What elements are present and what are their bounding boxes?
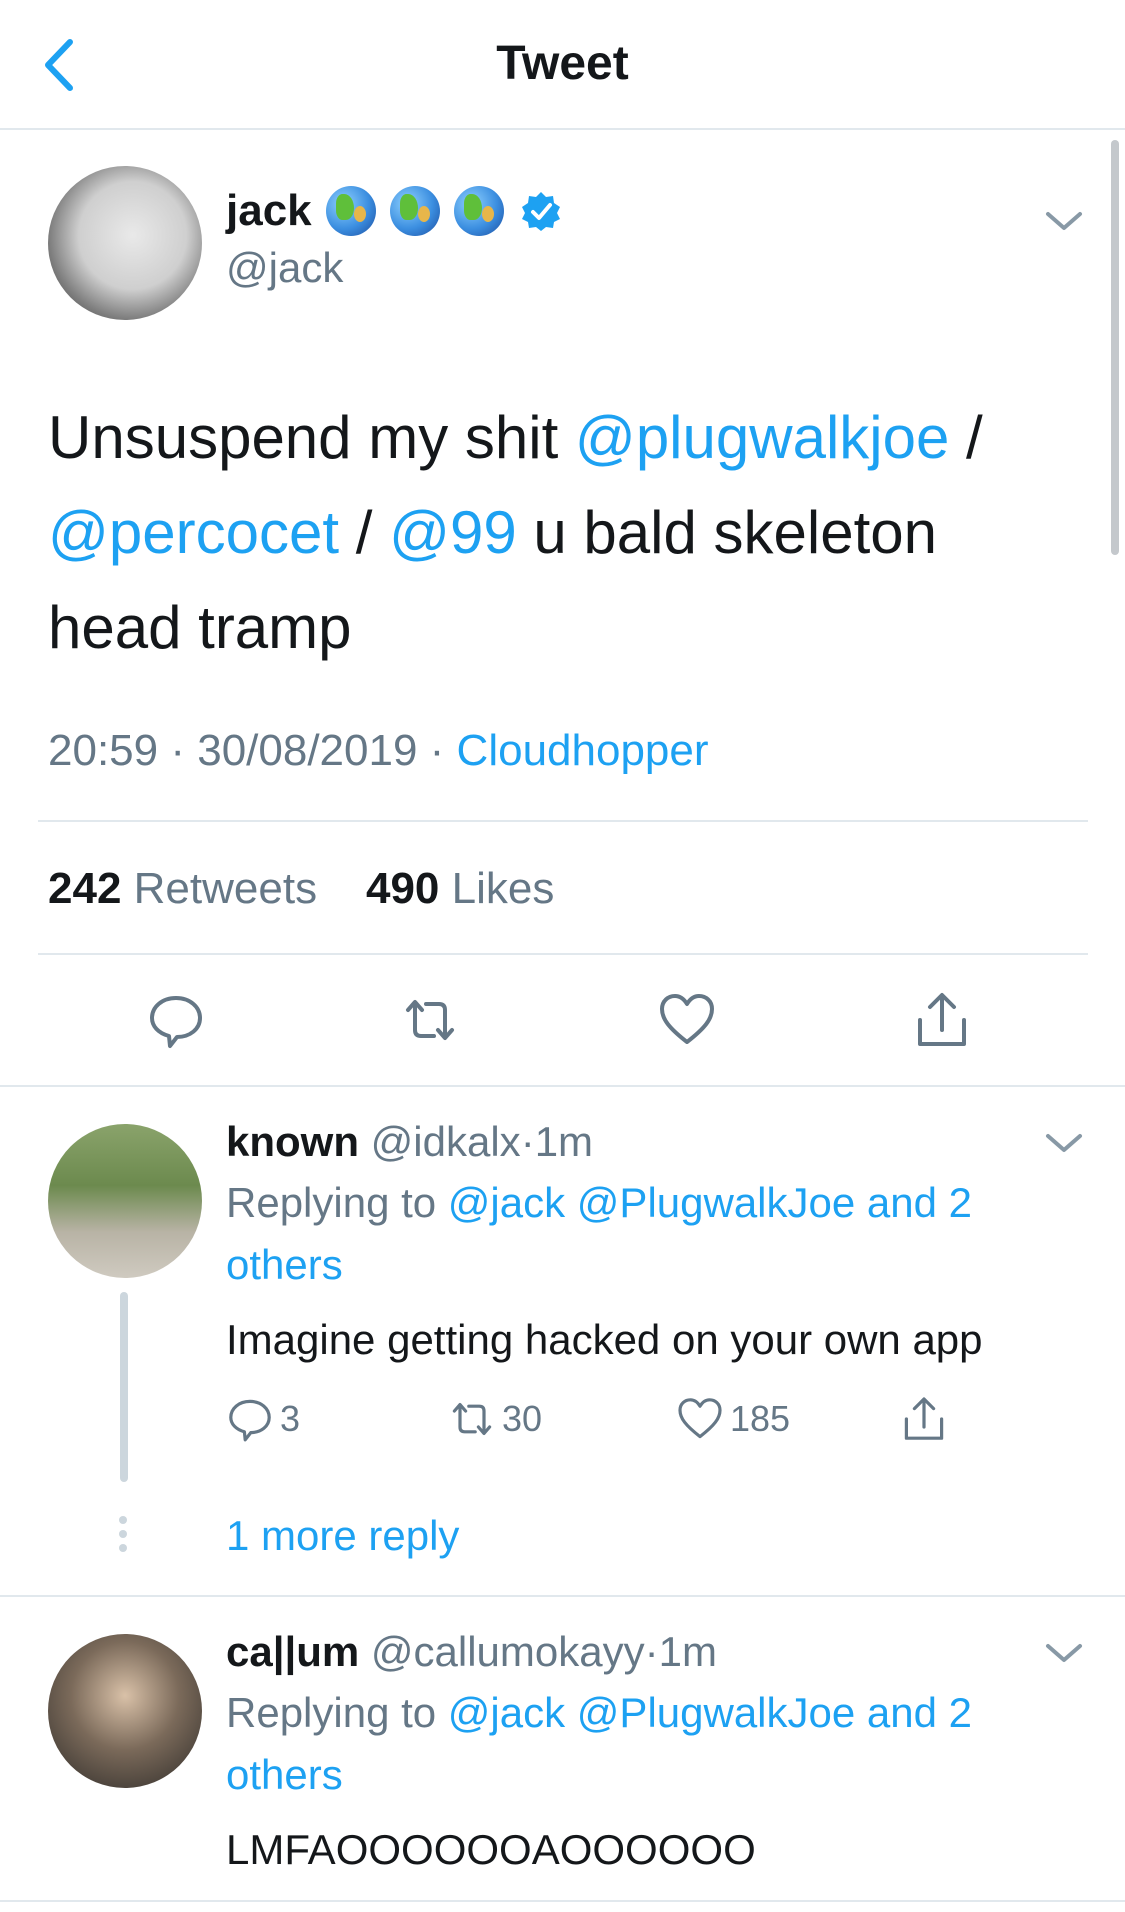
reply-header: ca||um @callumokayy·1m <box>226 1628 717 1676</box>
globe-emoji-icon <box>453 186 504 236</box>
likes-count: 490 <box>365 864 440 913</box>
globe-emoji-icon <box>325 186 376 236</box>
divider <box>0 1085 1125 1087</box>
reply-author-name[interactable]: ca||um <box>226 1628 359 1675</box>
chevron-down-icon[interactable] <box>1042 206 1086 236</box>
globe-emoji-icon <box>389 186 440 236</box>
page-title: Tweet <box>496 37 629 90</box>
reply-author-name[interactable]: known <box>226 1118 359 1165</box>
reply-text: Imagine getting hacked on your own app <box>226 1316 983 1363</box>
tweet-text-segment: / <box>339 499 390 566</box>
author-avatar[interactable] <box>48 166 202 320</box>
reply-author-handle: @idkalx <box>370 1118 521 1165</box>
reply-button[interactable] <box>146 990 206 1050</box>
tweet-source-link[interactable]: Cloudhopper <box>457 726 709 775</box>
divider <box>38 953 1088 955</box>
mention-link[interactable]: @plugwalkjoe <box>575 404 949 471</box>
reply-retweet-button[interactable]: 30 <box>448 1394 542 1444</box>
reply-like-button[interactable]: 185 <box>676 1394 790 1444</box>
tweet-text-segment: Unsuspend my shit <box>48 404 575 471</box>
author-name-row[interactable]: jack <box>226 186 562 236</box>
retweet-icon <box>452 1403 492 1435</box>
retweet-button[interactable] <box>400 990 460 1050</box>
reply-reply-button[interactable]: 3 <box>226 1394 300 1444</box>
replying-to-prefix: Replying to <box>226 1179 448 1226</box>
likes-label: Likes <box>451 864 555 913</box>
thread-dots-icon <box>119 1516 129 1556</box>
share-icon <box>918 993 966 1046</box>
author-handle: @jack <box>226 244 344 291</box>
share-icon <box>904 1397 944 1440</box>
like-button[interactable] <box>657 990 717 1050</box>
reply-avatar[interactable] <box>48 1634 202 1788</box>
tweet-time: 20:59 <box>48 726 159 775</box>
heart-icon <box>660 994 714 1044</box>
share-button[interactable] <box>912 990 972 1050</box>
retweet-count: 30 <box>502 1398 543 1439</box>
retweets-stat[interactable]: 242 Retweets <box>48 864 317 913</box>
separator: · <box>520 1118 535 1165</box>
divider <box>38 820 1088 822</box>
reply-header: known @idkalx·1m <box>226 1118 593 1166</box>
separator: · <box>644 1628 659 1675</box>
thread-line <box>120 1292 128 1482</box>
mention-link[interactable]: @99 <box>389 499 517 566</box>
reply-time: 1m <box>658 1628 717 1675</box>
retweet-icon <box>406 1000 454 1040</box>
mention-link[interactable]: @percocet <box>48 499 339 566</box>
chevron-down-icon[interactable] <box>1042 1128 1086 1158</box>
separator: · <box>417 726 457 775</box>
reply-author-handle: @callumokayy <box>370 1628 645 1675</box>
like-count: 185 <box>730 1398 791 1439</box>
likes-stat[interactable]: 490 Likes <box>366 864 554 913</box>
more-replies-link[interactable]: 1 more reply <box>226 1512 459 1560</box>
chevron-down-icon[interactable] <box>1042 1638 1086 1668</box>
reply-count: 3 <box>280 1398 301 1439</box>
replying-to-prefix: Replying to <box>226 1689 448 1736</box>
retweets-label: Retweets <box>133 864 318 913</box>
verified-badge-icon <box>521 192 560 231</box>
tweet-text: Unsuspend my shit @plugwalkjoe / @percoc… <box>48 390 1058 675</box>
tweet-date: 30/08/2019 <box>197 726 418 775</box>
scrollbar[interactable] <box>1111 140 1119 555</box>
engagement-counts: 242 Retweets 490 Likes <box>48 864 554 914</box>
reply-icon <box>229 1399 271 1442</box>
reply-avatar[interactable] <box>48 1124 202 1278</box>
tweet-meta: 20:59 · 30/08/2019 · Cloudhopper <box>48 726 709 776</box>
replying-to: Replying to @jack @PlugwalkJoe and 2 oth… <box>226 1682 1066 1806</box>
reply-icon <box>150 996 202 1048</box>
divider <box>0 1595 1125 1597</box>
author-name: jack <box>226 186 312 235</box>
separator: · <box>158 726 198 775</box>
tweet-text-segment: / <box>949 404 983 471</box>
reply-share-button[interactable] <box>900 1394 954 1444</box>
replying-to: Replying to @jack @PlugwalkJoe and 2 oth… <box>226 1172 1066 1296</box>
reply-time: 1m <box>534 1118 594 1165</box>
nav-header: Tweet <box>0 0 1125 130</box>
divider <box>0 1900 1125 1902</box>
reply-text: LMFAOOOOOOAOOOOOO <box>226 1826 756 1873</box>
heart-icon <box>678 1398 722 1439</box>
retweets-count: 242 <box>48 864 122 913</box>
